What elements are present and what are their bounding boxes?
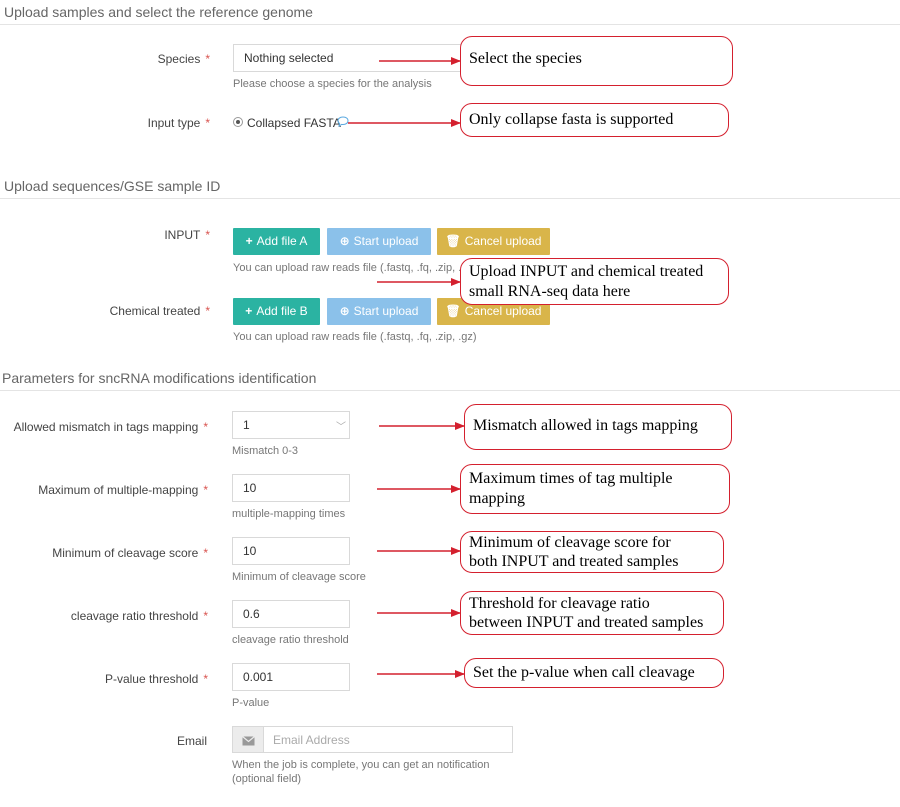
annotation-arrows xyxy=(348,57,465,678)
